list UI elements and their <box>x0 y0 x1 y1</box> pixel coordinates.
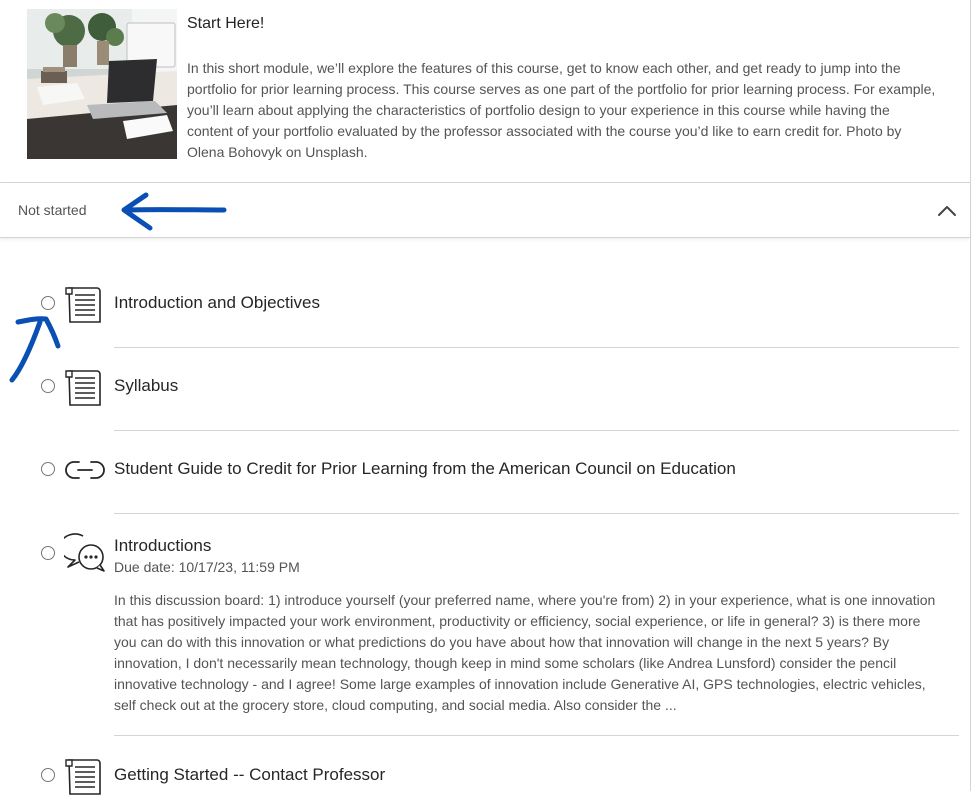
completion-checkbox[interactable] <box>41 379 55 393</box>
content-item-introductions-discussion: Introductions Due date: 10/17/23, 11:59 … <box>0 529 970 736</box>
divider <box>114 347 959 348</box>
divider <box>114 430 959 431</box>
module-thumbnail-image <box>27 9 177 159</box>
content-item-getting-started: Getting Started -- Contact Professor <box>0 752 970 795</box>
module-title[interactable]: Start Here! <box>187 15 264 33</box>
collapse-module-button[interactable] <box>934 200 960 222</box>
item-title[interactable]: Syllabus <box>114 376 178 396</box>
module-description: In this short module, we’ll explore the … <box>187 60 936 160</box>
completion-checkbox[interactable] <box>41 546 55 560</box>
discussion-icon <box>59 532 106 574</box>
due-date: Due date: 10/17/23, 11:59 PM <box>114 559 300 575</box>
completion-checkbox[interactable] <box>41 462 55 476</box>
divider <box>114 513 959 514</box>
completion-checkbox[interactable] <box>41 296 55 310</box>
status-label: Not started <box>18 202 87 218</box>
chevron-up-icon <box>938 206 956 216</box>
item-title[interactable]: Introductions <box>114 536 211 556</box>
module-panel: Start Here! In this short module, we’ll … <box>0 0 971 795</box>
content-item-syllabus: Syllabus <box>0 363 970 431</box>
divider <box>114 735 959 736</box>
item-title[interactable]: Student Guide to Credit for Prior Learni… <box>114 459 736 479</box>
content-item-introduction-objectives: Introduction and Objectives <box>0 280 970 348</box>
document-icon <box>64 366 106 408</box>
progress-status-bar: Not started <box>0 182 970 238</box>
item-title[interactable]: Getting Started -- Contact Professor <box>114 765 385 785</box>
content-item-student-guide-link: Student Guide to Credit for Prior Learni… <box>0 446 970 514</box>
completion-checkbox[interactable] <box>41 768 55 782</box>
item-title[interactable]: Introduction and Objectives <box>114 293 320 313</box>
link-icon <box>64 449 106 491</box>
item-description: In this discussion board: 1) introduce y… <box>114 592 936 713</box>
document-icon <box>64 283 106 325</box>
